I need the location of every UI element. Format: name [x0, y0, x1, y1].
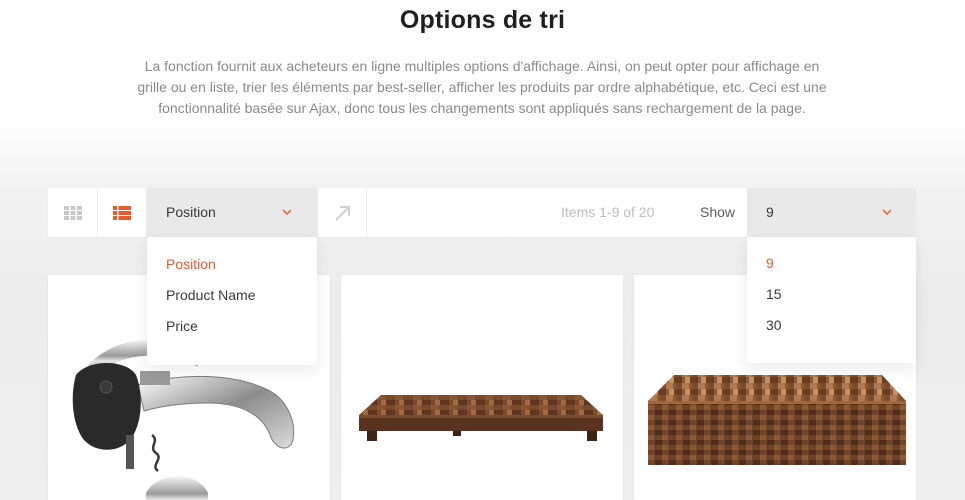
show-option-30[interactable]: 30: [766, 317, 782, 333]
show-option-9[interactable]: 9: [766, 255, 774, 271]
product-image-cutting-board: [359, 395, 603, 441]
sort-selected-value: Position: [166, 204, 216, 220]
grid-view-button[interactable]: [48, 188, 98, 237]
show-limit-dropdown: 9 15 30: [747, 237, 916, 363]
show-selected-value: 9: [766, 204, 774, 220]
items-count: Items 1-9 of 20: [561, 204, 655, 220]
list-icon: [113, 206, 131, 220]
grid-icon: [64, 206, 82, 220]
sort-by-select[interactable]: Position: [147, 188, 317, 237]
page-title: Options de tri: [399, 6, 566, 34]
sort-option-price[interactable]: Price: [166, 318, 198, 334]
sort-direction-button[interactable]: [317, 188, 367, 237]
sort-option-product-name[interactable]: Product Name: [166, 287, 255, 303]
product-toolbar: Position Items 1-9 of 20 Show 9: [48, 188, 916, 237]
sort-by-dropdown: Position Product Name Price: [147, 237, 317, 365]
show-label: Show: [700, 204, 736, 220]
chevron-down-icon: [282, 209, 292, 216]
arrow-up-right-icon: [335, 206, 350, 221]
sort-option-position[interactable]: Position: [166, 256, 216, 272]
list-view-button[interactable]: [98, 188, 147, 237]
product-card[interactable]: [341, 275, 623, 500]
show-option-15[interactable]: 15: [766, 286, 782, 302]
page-description: La fonction fournit aux acheteurs en lig…: [137, 58, 827, 116]
show-limit-select[interactable]: 9: [747, 188, 916, 237]
chevron-down-icon: [882, 209, 892, 216]
page: Options de tri La fonction fournit aux a…: [0, 0, 965, 500]
